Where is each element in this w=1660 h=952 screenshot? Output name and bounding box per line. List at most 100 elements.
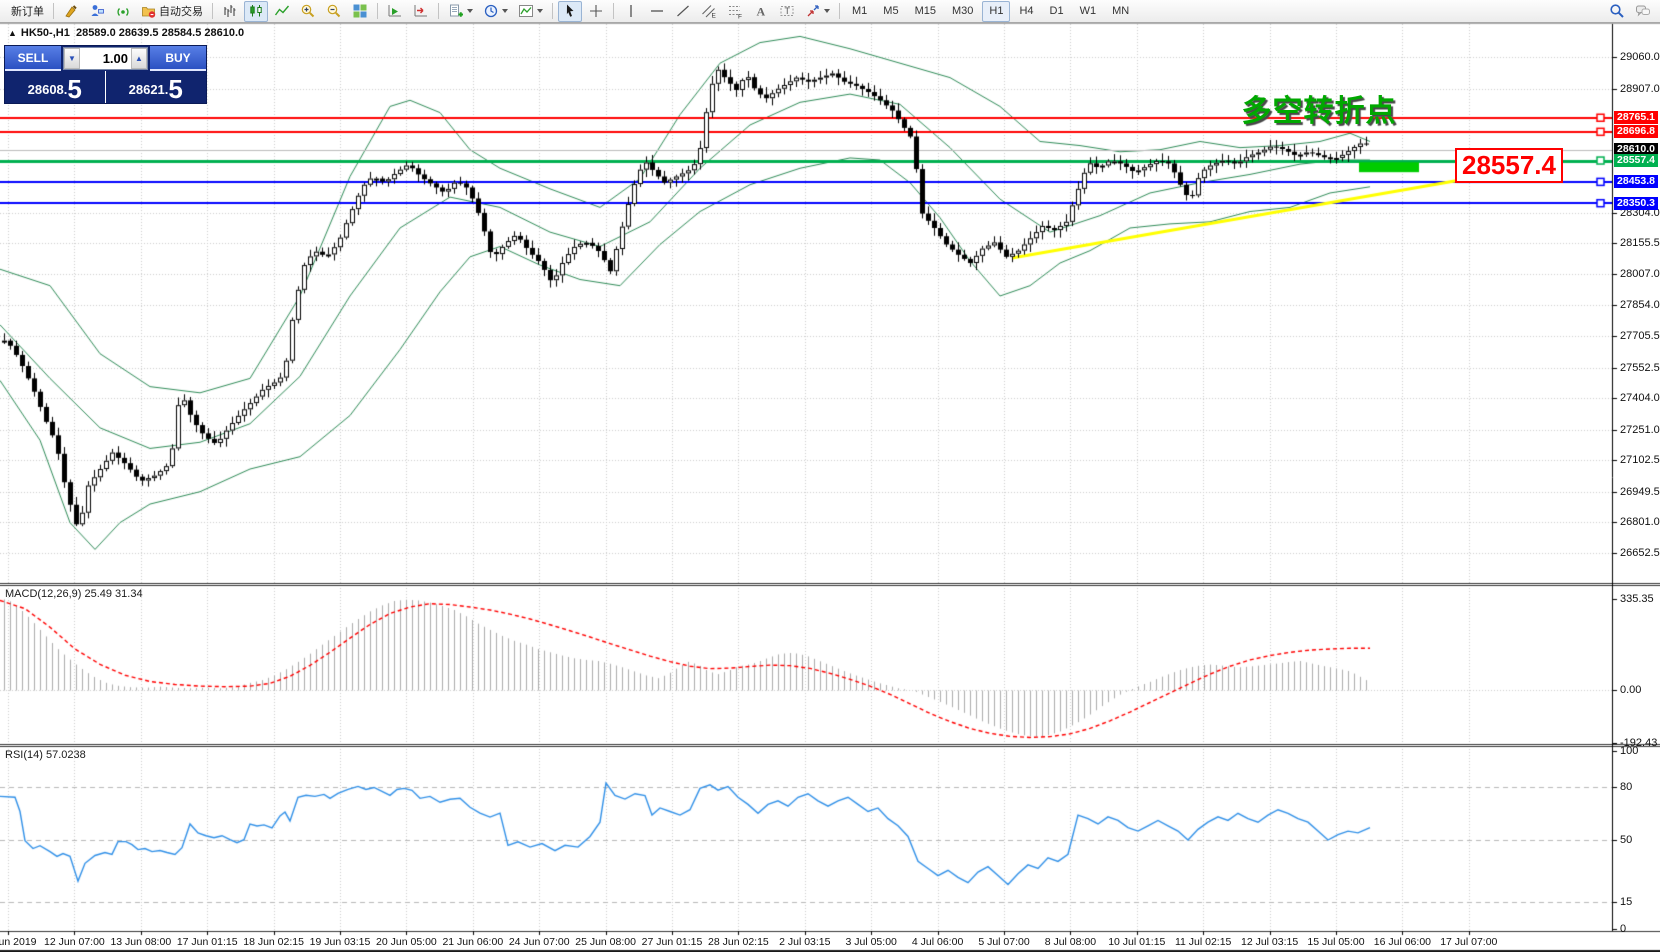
autoscroll-button[interactable]: [383, 1, 407, 22]
timeframe-button-w1[interactable]: W1: [1073, 1, 1104, 22]
signal-icon: [115, 3, 131, 19]
timeframe-button-h1[interactable]: H1: [982, 0, 1011, 22]
autoscroll-icon: [387, 3, 403, 19]
vline-button[interactable]: [619, 1, 643, 22]
text-label-button[interactable]: T: [775, 1, 799, 22]
toolbar-separator: [613, 3, 614, 19]
bar-chart-button[interactable]: [218, 1, 242, 22]
styles-brush-icon[interactable]: [59, 1, 83, 22]
chart-shift-button[interactable]: [409, 1, 433, 22]
ohlc-values: 28589.0 28639.5 28584.5 28610.0: [75, 27, 245, 39]
price-tick-label: 27251.0: [1620, 423, 1660, 436]
cursor-icon: [562, 3, 578, 19]
new-chart-icon: [448, 3, 464, 19]
autotrade-button[interactable]: 自动交易: [137, 1, 207, 22]
price-level-badge: 28765.1: [1614, 111, 1658, 125]
news-signal-icon[interactable]: [111, 1, 135, 22]
price-level-badge: 28696.8: [1614, 125, 1658, 139]
chat-button[interactable]: [1631, 1, 1655, 22]
timeframe-button-m30[interactable]: M30: [945, 1, 980, 22]
timeframe-button-d1[interactable]: D1: [1043, 1, 1071, 22]
search-icon: [1609, 3, 1625, 19]
volume-increase-button[interactable]: ▲: [131, 48, 147, 69]
zoom-in-icon: [300, 3, 316, 19]
volume-spinner: ▼ 1.00 ▲: [63, 47, 148, 70]
zoom-out-button[interactable]: [322, 1, 346, 22]
time-tick-label: 17 Jul 07:00: [1440, 936, 1498, 948]
brush-icon: [63, 3, 79, 19]
main-toolbar: 新订单 自动交易 E F A T M1 M5 M15 M30 H1 H4 D1 W1 MN: [0, 0, 1660, 23]
macd-indicator-label: MACD(12,26,9) 25.49 31.34: [5, 588, 143, 600]
candle-chart-button[interactable]: [244, 0, 268, 22]
svg-text:A: A: [757, 5, 766, 19]
timeframe-button-h4[interactable]: H4: [1012, 1, 1040, 22]
chevron-down-icon: [824, 9, 830, 13]
channel-button[interactable]: E: [697, 1, 721, 22]
rsi-tick-label: 15: [1620, 896, 1633, 909]
arrows-button[interactable]: [801, 1, 834, 22]
timeframe-button-m5[interactable]: M5: [876, 1, 905, 22]
toolbar-button-label: 新订单: [11, 6, 44, 18]
price-tick-label: 26949.5: [1620, 485, 1660, 498]
macd-tick-label: 335.35: [1620, 593, 1654, 605]
sell-price-big: 5: [67, 74, 82, 104]
hline-button[interactable]: [645, 1, 669, 22]
line-chart-icon: [274, 3, 290, 19]
equidistant-channel-icon: E: [701, 3, 717, 19]
time-axis: 11 Jun 201912 Jun 07:0013 Jun 08:0017 Ju…: [0, 931, 1612, 952]
cursor-button[interactable]: [558, 0, 582, 22]
chart-ohlc-title: ▲ HK50-,H1 28589.0 28639.5 28584.5 28610.…: [8, 27, 244, 39]
tile-windows-icon: [352, 3, 368, 19]
macd-tick-label: 0.00: [1620, 684, 1642, 697]
profiles-clock-icon: [483, 3, 499, 19]
buy-price[interactable]: 28621. 5: [106, 71, 207, 103]
timeframe-button-m1[interactable]: M1: [845, 1, 874, 22]
timeframe-button-m15[interactable]: M15: [908, 1, 943, 22]
price-tick-label: 27705.5: [1620, 330, 1660, 343]
zoom-in-button[interactable]: [296, 1, 320, 22]
timeframe-button-mn[interactable]: MN: [1105, 1, 1136, 22]
collapse-triangle-icon[interactable]: ▲: [8, 28, 17, 38]
volume-field[interactable]: 1.00: [80, 48, 131, 69]
crosshair-button[interactable]: [584, 1, 608, 22]
sell-button[interactable]: SELL: [5, 46, 61, 71]
volume-decrease-button[interactable]: ▼: [64, 48, 80, 69]
indicator-frame-icon: [518, 3, 534, 19]
text-button[interactable]: A: [749, 1, 773, 22]
profiles-button[interactable]: [479, 1, 512, 22]
buy-price-big: 5: [168, 74, 183, 104]
toolbar-separator: [53, 3, 54, 19]
price-tick-label: 27404.0: [1620, 392, 1660, 405]
trendline-button[interactable]: [671, 1, 695, 22]
fibonacci-button[interactable]: F: [723, 1, 747, 22]
sell-price[interactable]: 28608. 5: [5, 71, 106, 103]
tile-windows-button[interactable]: [348, 1, 372, 22]
line-chart-button[interactable]: [270, 1, 294, 22]
new-order-button[interactable]: 新订单: [5, 1, 48, 22]
bar-chart-icon: [222, 3, 238, 19]
toolbar-separator: [552, 3, 553, 19]
symbol-period-label: HK50-,H1: [20, 27, 70, 39]
chevron-down-icon: [467, 9, 473, 13]
rsi-tick-label: 50: [1620, 834, 1633, 846]
price-tick-label: 27854.0: [1620, 299, 1660, 312]
toolbar-separator: [438, 3, 439, 19]
chart-canvas[interactable]: [0, 0, 1660, 952]
price-level-badge: 28557.4: [1614, 154, 1658, 168]
price-alert-label: 28557.4: [1455, 148, 1563, 183]
buy-button[interactable]: BUY: [150, 46, 206, 71]
zoom-out-icon: [326, 3, 342, 19]
price-tick-label: 26652.5: [1620, 547, 1660, 559]
text-label-icon: T: [779, 3, 795, 19]
trendline-icon: [675, 3, 691, 19]
rsi-tick-label: 80: [1620, 780, 1633, 793]
search-button[interactable]: [1605, 1, 1629, 22]
chat-icon: [1635, 3, 1651, 19]
horizontal-line-icon: [649, 3, 665, 19]
new-chart-button[interactable]: [444, 1, 477, 22]
trader-window-icon[interactable]: [85, 1, 109, 22]
price-tick-label: 29060.0: [1620, 51, 1660, 63]
chevron-down-icon: [502, 9, 508, 13]
indicators-button[interactable]: [514, 1, 547, 22]
folder-red-icon: [141, 3, 157, 19]
